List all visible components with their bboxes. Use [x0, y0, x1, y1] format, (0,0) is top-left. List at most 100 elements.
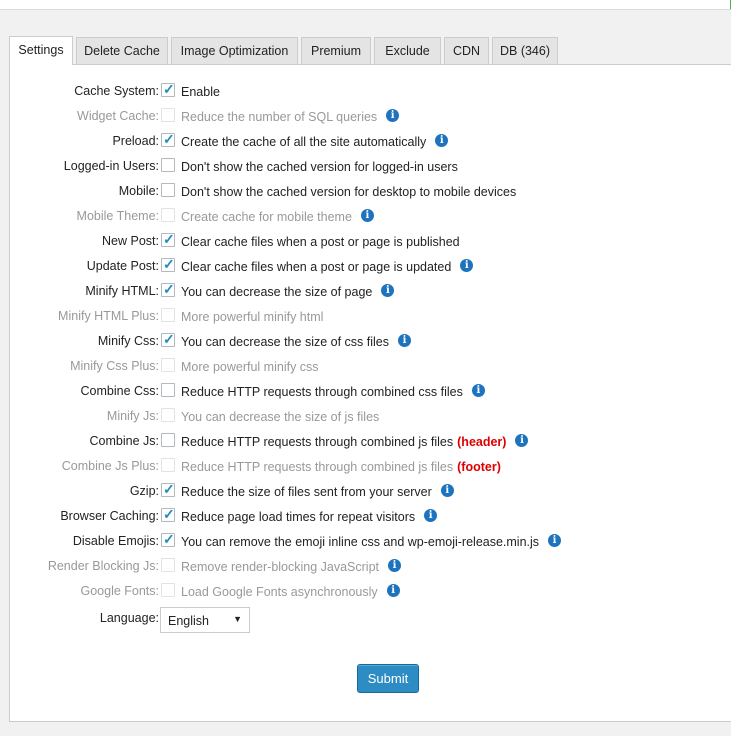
setting-row-combine-js-plus: Combine Js Plus: Reduce HTTP requests thr… [10, 457, 730, 477]
info-icon[interactable]: i [471, 384, 485, 397]
setting-description: Load Google Fonts asynchronously i [181, 584, 400, 600]
setting-row-minify-js: Minify Js: You can decrease the size of j… [10, 407, 730, 427]
setting-description: Reduce the size of files sent from your … [181, 484, 454, 500]
language-select[interactable]: English ▼ [160, 607, 250, 633]
dropdown-arrow-icon: ▼ [233, 614, 242, 624]
checkmark-icon: ✓ [163, 231, 175, 247]
setting-description-text: Create cache for mobile theme [181, 210, 352, 224]
setting-row-google-fonts: Google Fonts: Load Google Fonts asynchron… [10, 582, 730, 602]
setting-label: Render Blocking Js: [47, 559, 159, 573]
checkmark-icon: ✓ [163, 281, 175, 297]
setting-row-combine-css: Combine Css: Reduce HTTP requests through… [10, 382, 730, 402]
info-icon[interactable]: i [360, 209, 374, 222]
setting-description-text: Remove render-blocking JavaScript [181, 560, 380, 574]
setting-row-mobile-theme: Mobile Theme: Create cache for mobile the… [10, 207, 730, 227]
minify-css-checkbox[interactable]: ✓ [161, 331, 175, 347]
info-icon[interactable]: i [386, 584, 400, 597]
setting-row-update-post: Update Post: ✓ Clear cache files when a po… [10, 256, 730, 277]
setting-label: Mobile Theme: [76, 209, 159, 223]
setting-label: Widget Cache: [77, 109, 159, 123]
logged-in-users-checkbox[interactable] [161, 158, 175, 172]
language-select-value: English [168, 614, 209, 628]
update-post-checkbox[interactable]: ✓ [161, 256, 175, 272]
info-icon[interactable]: i [386, 109, 400, 122]
setting-description-text: Clear cache files when a post or page is… [181, 260, 452, 274]
language-row: Language: [10, 607, 730, 627]
setting-description: Don't show the cached version for logged… [181, 160, 458, 174]
setting-row-new-post: New Post: ✓ Clear cache files when a post … [10, 231, 730, 252]
mobile-theme-checkbox [161, 208, 175, 222]
widget-cache-checkbox [161, 108, 175, 122]
setting-description: Create the cache of all the site automat… [181, 134, 449, 150]
tab-image-optimization[interactable]: Image Optimization [171, 37, 298, 64]
setting-description-text: Load Google Fonts asynchronously [181, 585, 378, 599]
tab-settings[interactable]: Settings [9, 36, 73, 65]
setting-description-text: Reduce HTTP requests through combined cs… [181, 385, 463, 399]
submit-button[interactable]: Submit [357, 664, 419, 693]
setting-description: Reduce HTTP requests through combined cs… [181, 384, 485, 400]
info-icon[interactable]: i [388, 559, 402, 572]
setting-label: Google Fonts: [80, 584, 159, 598]
mobile-checkbox[interactable] [161, 183, 175, 197]
setting-description-text: You can remove the emoji inline css and … [181, 535, 540, 549]
setting-description-text: You can decrease the size of css files [181, 335, 389, 349]
setting-description-text: Clear cache files when a post or page is… [181, 235, 460, 249]
tab-db[interactable]: DB (346) [492, 37, 558, 64]
info-icon[interactable]: i [435, 134, 449, 147]
setting-description: You can remove the emoji inline css and … [181, 534, 562, 550]
setting-row-disable-emojis: Disable Emojis: ✓ You can remove the emoji… [10, 531, 730, 552]
setting-label: Combine Js Plus: [61, 459, 159, 473]
combine-css-checkbox[interactable] [161, 383, 175, 397]
setting-description-text: You can decrease the size of page [181, 285, 373, 299]
setting-label: Update Post: [86, 259, 159, 273]
minify-js-checkbox [161, 408, 175, 422]
setting-description-text: Don't show the cached version for deskto… [181, 185, 517, 199]
setting-row-browser-caching: Browser Caching: ✓ Reduce page load times … [10, 506, 730, 527]
info-icon[interactable]: i [515, 434, 529, 447]
setting-row-render-blocking-js: Render Blocking Js: Remove render-blockin… [10, 557, 730, 577]
setting-row-minify-css: Minify Css: ✓ You can decrease the size of… [10, 331, 730, 352]
setting-label: Preload: [112, 134, 159, 148]
info-icon[interactable]: i [381, 284, 395, 297]
preload-checkbox[interactable]: ✓ [161, 131, 175, 147]
setting-description: More powerful minify css [181, 360, 319, 374]
minify-html-plus-checkbox [161, 308, 175, 322]
setting-row-widget-cache: Widget Cache: Reduce the number of SQL qu… [10, 107, 730, 127]
position-tag: (footer) [457, 460, 501, 474]
new-post-checkbox[interactable]: ✓ [161, 231, 175, 247]
tab-exclude[interactable]: Exclude [374, 37, 441, 64]
combine-js-checkbox[interactable] [161, 433, 175, 447]
setting-label: New Post: [102, 234, 159, 248]
setting-description: You can decrease the size of page i [181, 284, 395, 300]
setting-description-text: You can decrease the size of js files [181, 410, 380, 424]
info-icon[interactable]: i [460, 259, 474, 272]
browser-caching-checkbox[interactable]: ✓ [161, 506, 175, 522]
checkmark-icon: ✓ [163, 81, 175, 97]
info-icon[interactable]: i [548, 534, 562, 547]
setting-description: Reduce HTTP requests through combined js… [181, 434, 529, 450]
setting-description: Clear cache files when a post or page is… [181, 259, 474, 275]
setting-description-text: Enable [181, 85, 220, 99]
tab-delete-cache[interactable]: Delete Cache [76, 37, 168, 64]
setting-row-preload: Preload: ✓ Create the cache of all the sit… [10, 131, 730, 152]
checkmark-icon: ✓ [163, 131, 175, 147]
checkmark-icon: ✓ [163, 531, 175, 547]
setting-description: You can decrease the size of css files i [181, 334, 411, 350]
tab-cdn[interactable]: CDN [444, 37, 489, 64]
setting-label: Cache System: [74, 84, 159, 98]
cache-system-checkbox[interactable]: ✓ [161, 81, 175, 97]
checkmark-icon: ✓ [163, 506, 175, 522]
setting-description: Reduce HTTP requests through combined js… [181, 460, 501, 474]
tab-premium[interactable]: Premium [301, 37, 371, 64]
setting-description: Reduce the number of SQL queries i [181, 109, 400, 125]
info-icon[interactable]: i [440, 484, 454, 497]
setting-description-text: Reduce page load times for repeat visito… [181, 510, 416, 524]
setting-label: Minify Css: [97, 334, 159, 348]
setting-row-cache-system: Cache System: ✓ Enable [10, 81, 730, 102]
minify-html-checkbox[interactable]: ✓ [161, 281, 175, 297]
info-icon[interactable]: i [424, 509, 438, 522]
gzip-checkbox[interactable]: ✓ [161, 481, 175, 497]
info-icon[interactable]: i [398, 334, 411, 347]
setting-description-text: Reduce the size of files sent from your … [181, 485, 432, 499]
disable-emojis-checkbox[interactable]: ✓ [161, 531, 175, 547]
